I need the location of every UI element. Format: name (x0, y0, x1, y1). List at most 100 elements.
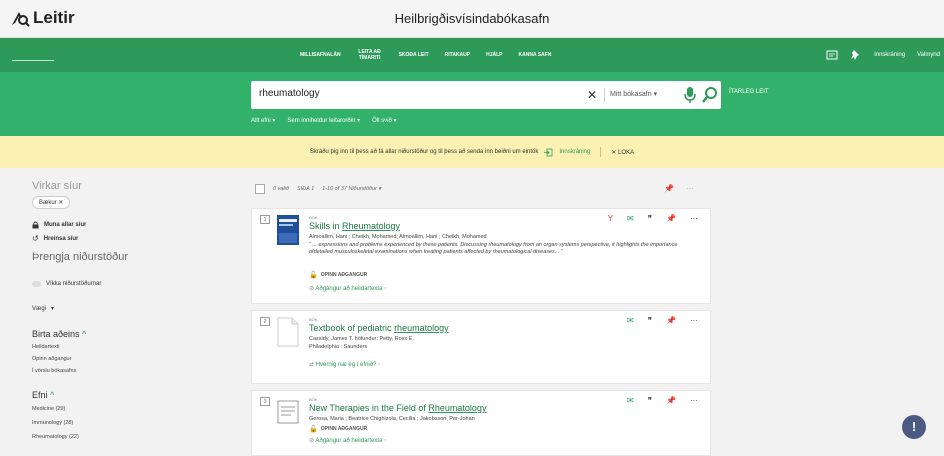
search-input[interactable] (259, 88, 559, 99)
book-icon-thumbnail[interactable] (277, 397, 299, 427)
email-icon[interactable]: ✉ (627, 214, 634, 223)
title-highlight: Rheumatology (342, 221, 401, 231)
result-number: 3 (260, 397, 270, 406)
pin-all-icon[interactable]: 📌 (664, 184, 674, 193)
pin-icon[interactable]: 📌 (666, 396, 676, 405)
page-indicator: SÍÐA 1 (296, 186, 315, 192)
fulltext-link[interactable]: ⊘ Aðgangur að heildartexta › (309, 285, 386, 292)
sort-label: Vægi (32, 305, 47, 312)
show-only-held[interactable]: Í vörslu bókasafns (32, 368, 76, 374)
filter-field[interactable]: Öll svið ▾ (372, 117, 396, 124)
sort-select[interactable]: Vægi ▾ (32, 305, 54, 313)
notice-close-label: LOKA (618, 149, 635, 156)
more-icon[interactable]: ··· (690, 214, 698, 223)
title-pre: Textbook of pediatric (309, 323, 395, 333)
login-link[interactable]: Innskráning (874, 52, 905, 58)
toggle-switch (32, 281, 41, 287)
results-range[interactable]: 1-10 of 37 Niðurstöður ▾ (322, 186, 381, 192)
expand-results-toggle[interactable]: Víkka niðurstöðurnar (32, 281, 101, 287)
open-lock-icon: 🔓 (309, 272, 318, 279)
subject-title[interactable]: Efni ^ (32, 390, 54, 400)
show-only-open-access[interactable]: Opinn aðgangur (32, 356, 71, 362)
show-only-title[interactable]: Birta aðeins ^ (32, 329, 86, 339)
menu-link[interactable]: Valmynd (917, 52, 940, 58)
expand-label: Víkka niðurstöðurnar (46, 281, 102, 287)
more-icon[interactable]: ··· (690, 316, 698, 325)
select-all-checkbox[interactable] (255, 184, 265, 194)
cite-icon[interactable]: ❞ (648, 214, 652, 223)
scope-label: Mitt bókasafn (610, 91, 652, 98)
result-card: 2 BÓK Textbook of pediatric rheumatology… (251, 310, 711, 384)
nav-item-skoda-leit[interactable]: SKOÐA LEIT (399, 52, 429, 58)
book-placeholder-thumbnail[interactable] (277, 317, 299, 347)
pin-icon[interactable]: 📌 (666, 214, 676, 223)
subject-label: Efni (32, 390, 48, 400)
oa-label: OPINN AÐGANGUR (320, 426, 368, 432)
result-type: BÓK (309, 397, 318, 402)
notice-login-link[interactable]: Innskráning (559, 149, 590, 155)
filter-match-type[interactable]: Sem inniheldur leitarorðin ▾ (287, 117, 360, 124)
notice-text: Skráðu þig inn til þess að fá allar niðu… (309, 149, 539, 155)
cite-icon[interactable]: ❞ (648, 396, 652, 405)
library-card-icon[interactable] (826, 49, 838, 61)
reset-filters-button[interactable]: ↺ Hreinsa síur (32, 234, 78, 243)
fulltext-label: Aðgangur að heildartexta (315, 286, 383, 292)
microphone-icon[interactable] (683, 86, 697, 104)
filter-match-label: Sem inniheldur leitarorðin (287, 118, 356, 124)
title-highlight: rheumatology (394, 323, 449, 333)
filter-material-type[interactable]: Allt efni ▾ (251, 117, 275, 124)
chevron-right-icon: › (384, 286, 387, 292)
link-icon: ⊘ (309, 438, 315, 444)
show-only-fulltext[interactable]: Heildartexti (32, 344, 60, 350)
help-label: ! (911, 419, 917, 434)
fulltext-link[interactable]: ⊘ Aðgangur að heildartexta › (309, 437, 386, 444)
filter-material-label: Allt efni (251, 118, 271, 124)
result-title[interactable]: Skills in Rheumatology (309, 221, 400, 231)
notice-close-button[interactable]: ✕ LOKA (611, 149, 634, 156)
availability-link[interactable]: ⇄ Hvernig næ ég í efnið? › (309, 361, 380, 368)
search-icon[interactable] (702, 86, 718, 104)
pin-icon[interactable]: 📌 (666, 316, 676, 325)
filter-chip-books[interactable]: Bækur ✕ (32, 196, 71, 209)
nav-item-millisafnalan[interactable]: MILLISAFNALÁN (300, 52, 341, 58)
help-chat-button[interactable]: ! (902, 415, 926, 439)
nav-item-kanna-safn[interactable]: KANNA SAFN (519, 52, 552, 58)
title-pre: Skills in (309, 221, 343, 231)
chip-label: Bækur (39, 200, 57, 206)
result-title[interactable]: New Therapies in the Field of Rheumatolo… (309, 403, 486, 413)
citation-trail-icon[interactable]: Y (608, 214, 613, 223)
clear-icon[interactable]: ✕ (587, 88, 597, 102)
link-icon: ⊘ (309, 286, 315, 292)
result-type: BÓK (309, 215, 318, 220)
open-access-badge: 🔓 OPINN AÐGANGUR (309, 425, 367, 433)
remember-filters-button[interactable]: Muna allar síur (32, 221, 86, 229)
pin-icon[interactable] (850, 49, 862, 61)
filter-field-label: Öll svið (372, 118, 392, 124)
nav-item-hjalp[interactable]: HJÁLP (486, 52, 502, 58)
book-cover-thumbnail[interactable] (277, 215, 299, 245)
result-title[interactable]: Textbook of pediatric rheumatology (309, 323, 449, 333)
result-authors: Gerosa, Maria ; Beatrice Chighizola, Cec… (309, 416, 475, 422)
subject-medicine[interactable]: Medicine (29) (32, 406, 65, 412)
advanced-search-link[interactable]: ÍTARLEG LEIT (729, 89, 769, 95)
nav-divider (12, 60, 54, 61)
search-band: ✕ Mitt bókasafn ▾ ÍTARLEG LEIT Allt efni… (0, 72, 944, 136)
search-box: ✕ Mitt bókasafn ▾ (251, 81, 721, 109)
show-only-label: Birta aðeins (32, 329, 80, 339)
email-icon[interactable]: ✉ (627, 316, 634, 325)
more-icon[interactable]: ··· (690, 396, 698, 405)
title-highlight: Rheumatology (428, 403, 487, 413)
subject-immunology[interactable]: Immunology (28) (32, 420, 73, 426)
availability-label: Hvernig næ ég í efnið? (315, 362, 377, 368)
email-icon[interactable]: ✉ (627, 396, 634, 405)
nav-item-leita-timariti[interactable]: LEITA AÐ TÍMARITI (357, 49, 383, 61)
scope-select[interactable]: Mitt bókasafn ▾ (610, 90, 657, 98)
more-icon[interactable]: ··· (686, 184, 694, 193)
open-access-badge: 🔓 OPINN AÐGANGUR (309, 271, 367, 279)
title-pre: New Therapies in the Field of (309, 403, 429, 413)
result-authors: Almoallim, Hani ; Cheikh, Mohamed; Almoa… (309, 234, 487, 240)
nav-item-ritakaup[interactable]: RITAKAUP (445, 52, 470, 58)
oa-label: OPINN AÐGANGUR (320, 272, 368, 278)
subject-rheumatology[interactable]: Rheumatology (22) (32, 434, 79, 440)
cite-icon[interactable]: ❞ (648, 316, 652, 325)
